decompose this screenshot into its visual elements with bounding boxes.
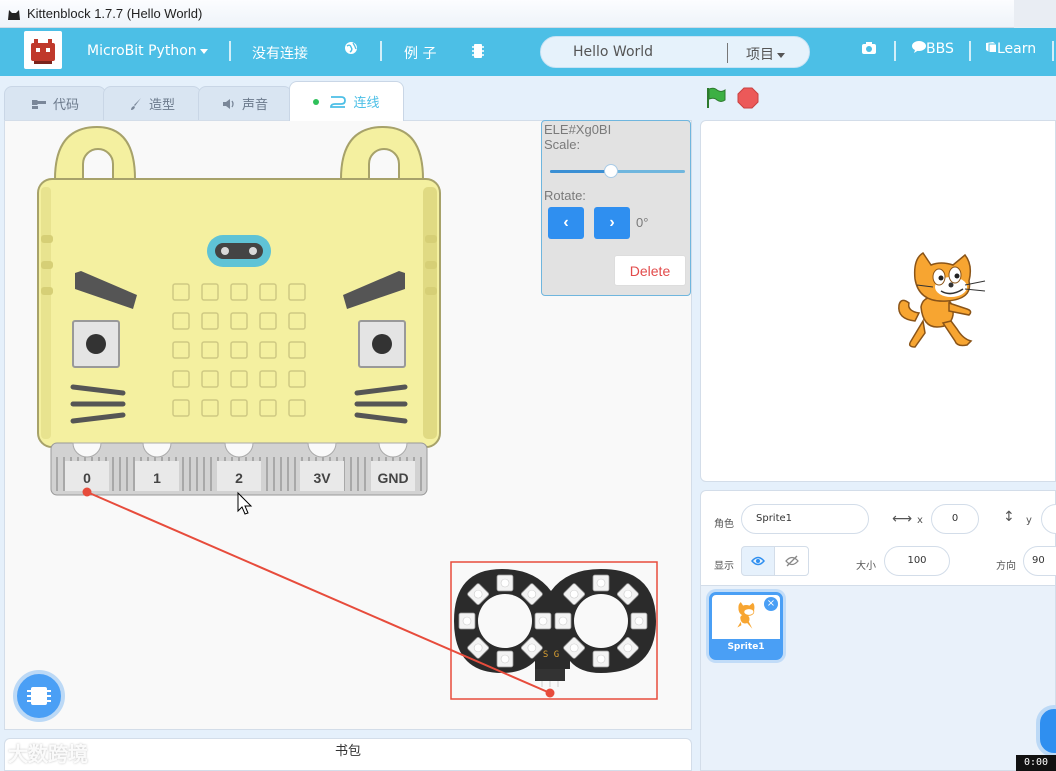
element-properties-panel: ELE#Xg0BI Scale: Rotate: ‹ › 0° Delete xyxy=(541,120,691,296)
backpack-bar[interactable]: 书包 xyxy=(4,738,692,771)
run-controls xyxy=(700,84,1056,116)
project-title-pill: Hello World 项目 xyxy=(540,36,810,68)
scale-label: Scale: xyxy=(544,137,581,152)
language-menu[interactable]: MicroBit Python xyxy=(87,43,208,59)
connection-status[interactable]: 没有连接 xyxy=(252,43,308,63)
delete-button[interactable]: Delete xyxy=(614,255,686,286)
microbit-board[interactable]: 0 1 2 3V GND xyxy=(37,125,441,496)
x-input[interactable]: 0 xyxy=(931,504,979,534)
show-visible-button[interactable] xyxy=(741,546,775,576)
eye-slash-icon xyxy=(784,555,799,567)
project-name-field[interactable]: Hello World xyxy=(573,44,653,60)
sprite-list: × Sprite1 xyxy=(700,586,1056,771)
delete-sprite-icon[interactable]: × xyxy=(764,597,778,611)
kittenblock-logo[interactable] xyxy=(24,31,62,69)
vertical-arrows-icon: ↕ xyxy=(1003,509,1015,525)
svg-text:S G: S G xyxy=(543,650,559,660)
add-sprite-button[interactable] xyxy=(1036,705,1056,757)
menu-bar: MicroBit Python 没有连接 例 子 Hello World 项目 … xyxy=(0,28,1056,76)
window-control[interactable] xyxy=(1014,0,1056,28)
pin-label-0[interactable]: 0 xyxy=(83,470,91,486)
direction-input[interactable]: 90 xyxy=(1023,546,1056,576)
sprite-thumbnail[interactable]: × Sprite1 xyxy=(709,592,783,660)
eye-icon xyxy=(751,556,765,566)
sprite-name-input[interactable]: Sprite1 xyxy=(741,504,869,534)
brush-icon xyxy=(130,97,141,110)
scratch-cat-thumb-icon xyxy=(737,602,755,629)
code-blocks-icon xyxy=(31,99,46,109)
x-label: x xyxy=(917,515,923,526)
tab-wiring[interactable]: 连线 xyxy=(289,81,404,121)
cat-app-icon xyxy=(8,10,20,20)
learn-link[interactable]: Learn xyxy=(985,41,1036,57)
size-label: 大小 xyxy=(856,561,876,572)
size-input[interactable]: 100 xyxy=(884,546,950,576)
editor-tabs: 代码 造型 声音 连线 xyxy=(0,80,700,121)
rgb-ring-module[interactable]: S G xyxy=(450,561,658,700)
sprite-info-panel: 角色 Sprite1 ⟷ x 0 ↕ y 0 显示 大小 100 方向 90 xyxy=(700,490,1056,586)
pin-label-1[interactable]: 1 xyxy=(153,470,161,486)
examples-menu[interactable]: 例 子 xyxy=(404,43,436,63)
add-hardware-button[interactable] xyxy=(13,670,65,722)
show-hidden-button[interactable] xyxy=(774,546,809,576)
direction-label: 方向 xyxy=(996,561,1016,572)
horizontal-arrows-icon: ⟷ xyxy=(892,511,913,527)
speaker-icon xyxy=(222,98,234,109)
sprite-thumbnail-label: Sprite1 xyxy=(712,639,780,657)
stop-icon[interactable] xyxy=(736,86,760,110)
wire-icon xyxy=(330,95,347,108)
book-icon xyxy=(986,42,996,52)
scratch-cat-sprite[interactable] xyxy=(893,249,989,353)
y-label: y xyxy=(1026,515,1032,526)
rotate-label: Rotate: xyxy=(544,188,586,203)
chat-icon xyxy=(912,41,926,53)
chip-icon[interactable] xyxy=(472,43,484,63)
globe-icon[interactable] xyxy=(344,41,358,59)
kittenblock-window: Kittenblock 1.7.7 (Hello World) MicroBit… xyxy=(0,0,1056,771)
stage[interactable] xyxy=(700,120,1056,482)
tab-sounds[interactable]: 声音 xyxy=(198,86,292,120)
scale-slider-thumb[interactable] xyxy=(603,164,618,178)
bbs-link[interactable]: BBS xyxy=(912,41,954,57)
mouse-cursor-icon xyxy=(237,491,253,515)
window-title: Kittenblock 1.7.7 (Hello World) xyxy=(27,6,203,21)
pin-label-3v[interactable]: 3V xyxy=(313,470,331,486)
camera-icon[interactable] xyxy=(861,41,877,59)
connected-dot-icon xyxy=(313,98,320,105)
recording-timer: 0:00 xyxy=(1016,755,1056,771)
robot-logo-icon xyxy=(31,39,55,64)
element-id: ELE#Xg0BI xyxy=(544,122,612,137)
tab-code[interactable]: 代码 xyxy=(4,86,106,120)
tab-costumes[interactable]: 造型 xyxy=(103,86,201,120)
rotate-left-button[interactable]: ‹ xyxy=(548,207,584,239)
rotation-value: 0° xyxy=(636,215,649,230)
green-flag-icon[interactable] xyxy=(704,86,728,110)
y-input[interactable]: 0 xyxy=(1041,504,1056,534)
chip-icon xyxy=(27,687,51,705)
window-title-bar: Kittenblock 1.7.7 (Hello World) xyxy=(0,0,1056,28)
scale-slider[interactable] xyxy=(550,164,685,178)
sprite-label: 角色 xyxy=(714,519,734,530)
project-menu[interactable]: 项目 xyxy=(746,44,785,64)
pin-label-gnd[interactable]: GND xyxy=(377,470,408,486)
backpack-label: 书包 xyxy=(334,744,361,759)
show-label: 显示 xyxy=(714,561,734,572)
rotate-right-button[interactable]: › xyxy=(594,207,630,239)
watermark: 大数跨境 xyxy=(8,742,88,766)
pin-label-2[interactable]: 2 xyxy=(235,470,243,486)
